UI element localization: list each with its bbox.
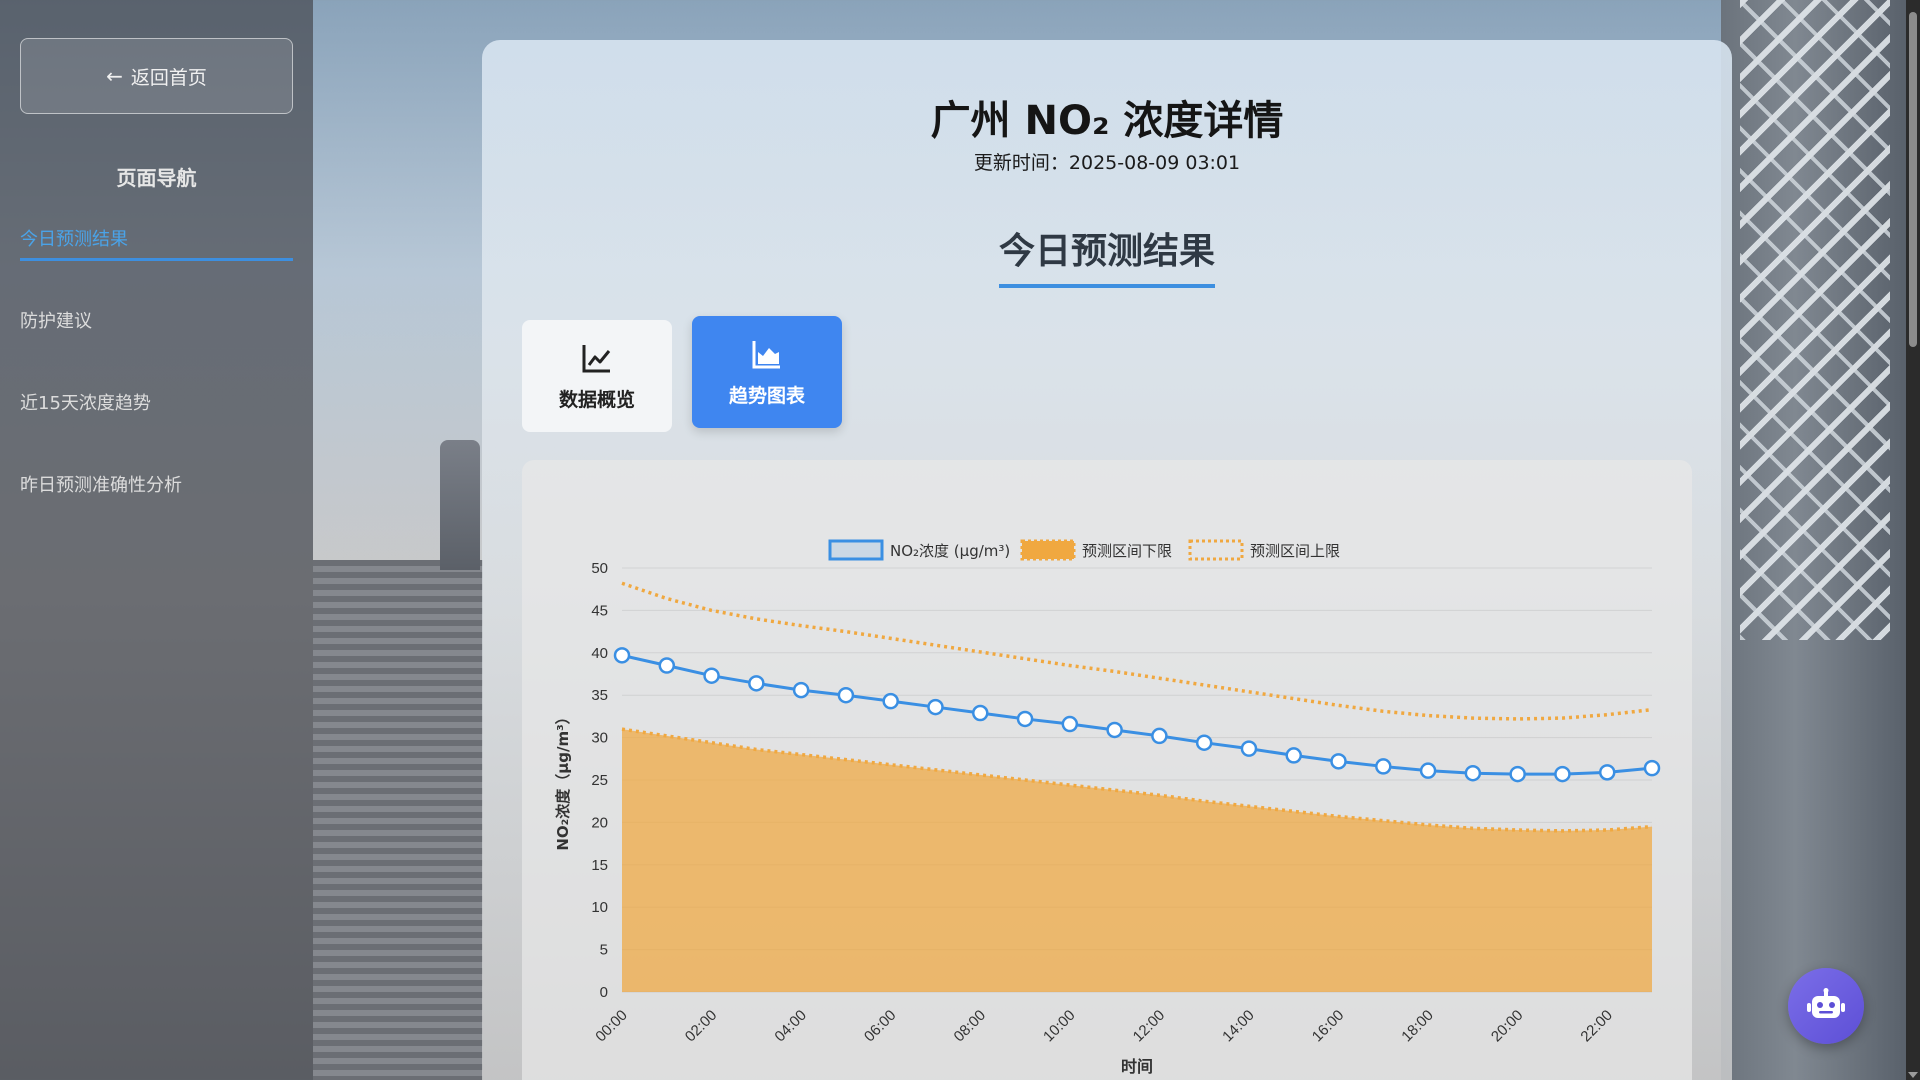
no2-data-point: [837, 686, 855, 704]
area-chart-icon: [752, 340, 780, 368]
no2-data-point: [882, 692, 899, 710]
legend-label: 预测区间上限: [1250, 542, 1340, 560]
x-tick-label: 10:00: [1040, 1007, 1079, 1046]
nav-item-15day-trend[interactable]: 近15天浓度趋势: [20, 385, 293, 467]
y-tick-label: 35: [591, 687, 608, 704]
background-truss: [1740, 0, 1890, 640]
x-tick-label: 16:00: [1309, 1007, 1348, 1046]
no2-data-point: [1419, 762, 1437, 779]
no2-data-point: [1016, 710, 1034, 728]
section-title: 今日预测结果: [999, 222, 1215, 288]
x-tick-label: 02:00: [682, 1007, 721, 1046]
y-tick-label: 10: [591, 899, 608, 916]
no2-data-point: [972, 704, 989, 722]
no2-data-point: [1375, 758, 1392, 775]
scrollbar-thumb[interactable]: [1909, 12, 1917, 347]
no2-data-point: [1509, 765, 1526, 783]
x-tick-label: 08:00: [951, 1007, 990, 1046]
background-building-left: [313, 560, 483, 1080]
nav-title: 页面导航: [116, 166, 197, 190]
x-tick-label: 12:00: [1130, 1007, 1169, 1046]
back-home-label: 返回首页: [130, 66, 207, 89]
no2-data-point: [1643, 759, 1661, 777]
background-tower: [440, 440, 480, 570]
no2-data-point: [792, 681, 810, 699]
trend-chart: 0 5 10 15 20 25 30 35 40 45 50 00:00 02:00 04:00 06:00…: [554, 539, 1661, 1076]
tab-data-overview[interactable]: 数据概览: [522, 320, 672, 432]
y-tick-label: 30: [591, 730, 608, 747]
no2-data-point: [1464, 764, 1482, 782]
y-tick-label: 0: [600, 984, 608, 1001]
legend-label: 预测区间下限: [1082, 542, 1172, 560]
no2-data-point: [1151, 727, 1168, 745]
y-tick-label: 5: [600, 942, 608, 959]
no2-data-point: [1598, 764, 1616, 781]
nav-item-accuracy-analysis[interactable]: 昨日预测准确性分析: [20, 467, 293, 549]
robot-icon: [1807, 988, 1845, 1018]
nav-item-protection-advice[interactable]: 防护建议: [20, 303, 293, 385]
tab-data-overview-label: 数据概览: [558, 388, 635, 411]
y-tick-label: 25: [591, 772, 608, 789]
x-tick-label: 06:00: [861, 1007, 900, 1046]
page-scrollbar[interactable]: [1906, 0, 1920, 1080]
y-tick-label: 50: [591, 560, 608, 577]
no2-data-point: [927, 698, 944, 716]
x-tick-label: 20:00: [1488, 1007, 1527, 1046]
legend-swatch: [1188, 539, 1244, 561]
main-card: 广州 NO₂ 浓度详情 更新时间：2025-08-09 03:01 今日预测结果…: [482, 40, 1732, 1080]
back-home-button[interactable]: ← 返回首页: [20, 38, 293, 114]
legend-swatch: [1020, 539, 1076, 561]
no2-data-point: [613, 647, 631, 664]
no2-data-point: [1106, 721, 1123, 739]
no2-data-point: [1195, 734, 1213, 751]
x-tick-label: 04:00: [771, 1007, 810, 1046]
nav-list: 今日预测结果 防护建议 近15天浓度趋势 昨日预测准确性分析: [20, 221, 293, 549]
upper-bound-line: [621, 581, 1653, 721]
legend-label: NO₂浓度 (μg/m³): [890, 542, 1010, 560]
page-title: 广州 NO₂ 浓度详情: [930, 98, 1284, 144]
x-axis-title: 时间: [1121, 1057, 1153, 1076]
tab-trend-chart-label: 趋势图表: [728, 384, 805, 407]
y-tick-label: 40: [591, 645, 608, 662]
no2-data-point: [1285, 747, 1302, 764]
no2-data-point: [1061, 715, 1079, 733]
no2-data-point: [1330, 753, 1347, 770]
update-label: 更新时间：: [973, 152, 1069, 174]
x-tick-label: 18:00: [1398, 1007, 1437, 1046]
lower-bound-area: [622, 729, 1652, 992]
x-tick-label: 00:00: [592, 1007, 631, 1046]
x-tick-label: 14:00: [1219, 1007, 1258, 1046]
x-tick-label: 22:00: [1577, 1007, 1616, 1046]
update-time-line: 更新时间：2025-08-09 03:01: [482, 148, 1732, 175]
no2-data-point: [748, 675, 765, 692]
line-chart-icon: [582, 344, 611, 372]
no2-data-point: [658, 657, 676, 674]
tab-trend-chart[interactable]: 趋势图表: [692, 316, 842, 428]
arrow-left-icon: ←: [106, 64, 123, 88]
no2-data-point: [1554, 765, 1571, 783]
nav-item-today-forecast[interactable]: 今日预测结果: [20, 221, 293, 261]
no2-data-point: [703, 667, 720, 684]
scroll-down-arrow-icon[interactable]: [1908, 1072, 1918, 1078]
ai-assistant-button[interactable]: [1788, 968, 1864, 1044]
y-tick-label: 45: [591, 602, 608, 619]
y-tick-label: 15: [591, 857, 608, 874]
legend-swatch: [828, 539, 884, 561]
sidebar: ← 返回首页 页面导航 今日预测结果 防护建议 近15天浓度趋势 昨日预测准确性…: [0, 0, 313, 1080]
no2-data-point: [1240, 740, 1258, 757]
y-axis-title: NO₂浓度（μg/m³）: [554, 709, 572, 850]
y-tick-label: 20: [591, 814, 608, 831]
update-time: 2025-08-09 03:01: [1068, 152, 1241, 174]
chart-panel: 0 5 10 15 20 25 30 35 40 45 50 00:00 02:00 04:00 06:00…: [522, 460, 1692, 1080]
